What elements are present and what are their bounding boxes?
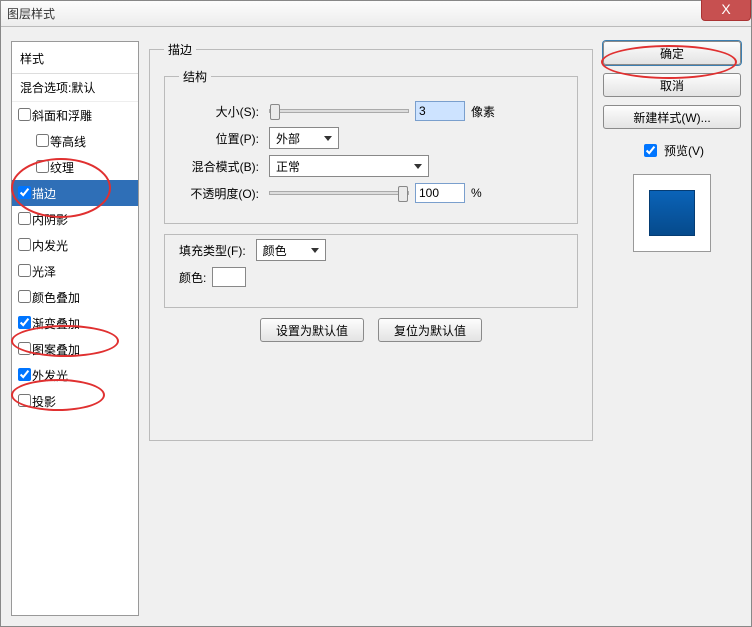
- new-style-button[interactable]: 新建样式(W)...: [603, 105, 741, 129]
- structure-legend: 结构: [179, 68, 211, 85]
- position-row: 位置(P): 外部: [179, 127, 563, 149]
- blendmode-combo[interactable]: 正常: [269, 155, 429, 177]
- layer-style-dialog: 图层样式 X 样式 混合选项:默认 斜面和浮雕 等高线 纹理: [0, 0, 752, 627]
- style-inner-shadow-check[interactable]: [18, 212, 31, 225]
- close-icon: X: [721, 1, 730, 17]
- style-texture[interactable]: 纹理: [12, 154, 138, 180]
- style-drop-shadow-label: 投影: [32, 393, 56, 410]
- style-stroke-label: 描边: [32, 185, 56, 202]
- size-slider[interactable]: [269, 109, 409, 113]
- cancel-button[interactable]: 取消: [603, 73, 741, 97]
- style-inner-glow[interactable]: 内发光: [12, 232, 138, 258]
- style-texture-label: 纹理: [50, 159, 74, 176]
- style-inner-shadow-label: 内阴影: [32, 211, 68, 228]
- opacity-unit: %: [471, 186, 482, 200]
- blend-options-row[interactable]: 混合选项:默认: [12, 74, 138, 102]
- blendmode-row: 混合模式(B): 正常: [179, 155, 563, 177]
- preview-label: 预览(V): [664, 142, 704, 159]
- style-color-overlay-label: 颜色叠加: [32, 289, 80, 306]
- opacity-input[interactable]: [415, 183, 465, 203]
- position-value: 外部: [276, 130, 300, 147]
- filltype-row: 填充类型(F): 颜色: [179, 239, 563, 261]
- filltype-value: 颜色: [263, 242, 287, 259]
- style-satin[interactable]: 光泽: [12, 258, 138, 284]
- size-input[interactable]: [415, 101, 465, 121]
- position-label: 位置(P):: [179, 130, 259, 147]
- opacity-label: 不透明度(O):: [179, 185, 259, 202]
- structure-group: 结构 大小(S): 像素 位置(P): 外部: [164, 68, 578, 224]
- preview-row: 预览(V): [603, 141, 741, 160]
- preview-box: [633, 174, 711, 252]
- opacity-slider[interactable]: [269, 191, 409, 195]
- ok-button[interactable]: 确定: [603, 41, 741, 65]
- style-gradient-overlay[interactable]: 渐变叠加: [12, 310, 138, 336]
- style-inner-glow-check[interactable]: [18, 238, 31, 251]
- style-texture-check[interactable]: [36, 160, 49, 173]
- fill-group: 填充类型(F): 颜色 颜色:: [164, 234, 578, 308]
- window-title: 图层样式: [7, 5, 55, 22]
- preview-swatch: [649, 190, 695, 236]
- size-slider-thumb[interactable]: [270, 104, 280, 120]
- style-satin-check[interactable]: [18, 264, 31, 277]
- stroke-legend: 描边: [164, 41, 196, 58]
- content-area: 样式 混合选项:默认 斜面和浮雕 等高线 纹理 描边 内阴: [1, 27, 751, 626]
- styles-panel: 样式 混合选项:默认 斜面和浮雕 等高线 纹理 描边 内阴: [11, 41, 139, 616]
- style-bevel[interactable]: 斜面和浮雕: [12, 102, 138, 128]
- set-default-button[interactable]: 设置为默认值: [260, 318, 364, 342]
- chevron-down-icon: [324, 136, 332, 141]
- reset-default-button[interactable]: 复位为默认值: [378, 318, 482, 342]
- style-pattern-overlay-label: 图案叠加: [32, 341, 80, 358]
- opacity-row: 不透明度(O): %: [179, 183, 563, 203]
- style-pattern-overlay[interactable]: 图案叠加: [12, 336, 138, 362]
- style-satin-label: 光泽: [32, 263, 56, 280]
- filltype-combo[interactable]: 颜色: [256, 239, 326, 261]
- style-gradient-overlay-check[interactable]: [18, 316, 31, 329]
- style-inner-shadow[interactable]: 内阴影: [12, 206, 138, 232]
- style-stroke[interactable]: 描边: [12, 180, 138, 206]
- right-panel: 确定 取消 新建样式(W)... 预览(V): [603, 41, 741, 616]
- style-outer-glow-check[interactable]: [18, 368, 31, 381]
- size-unit: 像素: [471, 103, 495, 120]
- close-button[interactable]: X: [701, 0, 751, 21]
- main-panel: 描边 结构 大小(S): 像素 位置(P): 外部: [149, 41, 593, 616]
- style-contour[interactable]: 等高线: [12, 128, 138, 154]
- preview-check[interactable]: [644, 144, 657, 157]
- opacity-slider-thumb[interactable]: [398, 186, 408, 202]
- style-outer-glow-label: 外发光: [32, 367, 68, 384]
- style-outer-glow[interactable]: 外发光: [12, 362, 138, 388]
- style-pattern-overlay-check[interactable]: [18, 342, 31, 355]
- color-swatch[interactable]: [212, 267, 246, 287]
- style-gradient-overlay-label: 渐变叠加: [32, 315, 80, 332]
- defaults-row: 设置为默认值 复位为默认值: [164, 318, 578, 342]
- style-drop-shadow-check[interactable]: [18, 394, 31, 407]
- stroke-group: 描边 结构 大小(S): 像素 位置(P): 外部: [149, 41, 593, 441]
- color-label: 颜色:: [179, 269, 206, 286]
- style-contour-label: 等高线: [50, 133, 86, 150]
- titlebar: 图层样式 X: [1, 1, 751, 27]
- position-combo[interactable]: 外部: [269, 127, 339, 149]
- blendmode-value: 正常: [276, 158, 300, 175]
- styles-header: 样式: [12, 44, 138, 74]
- style-color-overlay[interactable]: 颜色叠加: [12, 284, 138, 310]
- style-drop-shadow[interactable]: 投影: [12, 388, 138, 414]
- size-row: 大小(S): 像素: [179, 101, 563, 121]
- style-bevel-label: 斜面和浮雕: [32, 107, 92, 124]
- style-contour-check[interactable]: [36, 134, 49, 147]
- style-stroke-check[interactable]: [18, 186, 31, 199]
- style-bevel-check[interactable]: [18, 108, 31, 121]
- size-label: 大小(S):: [179, 103, 259, 120]
- style-color-overlay-check[interactable]: [18, 290, 31, 303]
- blendmode-label: 混合模式(B):: [179, 158, 259, 175]
- filltype-label: 填充类型(F):: [179, 242, 246, 259]
- style-inner-glow-label: 内发光: [32, 237, 68, 254]
- chevron-down-icon: [311, 248, 319, 253]
- color-row: 颜色:: [179, 267, 563, 287]
- blend-options-label: 混合选项:默认: [20, 81, 95, 95]
- chevron-down-icon: [414, 164, 422, 169]
